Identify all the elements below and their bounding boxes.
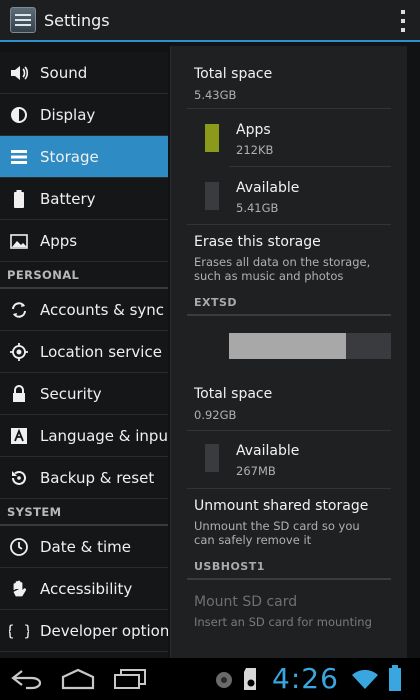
sidebar-item-datetime[interactable]: Date & time xyxy=(0,526,168,568)
sidebar-item-sound[interactable]: Sound xyxy=(0,52,168,94)
settings-sidebar: Sound Display Storage Battery Apps PERSO… xyxy=(0,52,168,658)
brightness-icon xyxy=(11,106,27,123)
sidebar-item-label: Location service xyxy=(40,342,162,361)
status-clock[interactable]: 4:26 xyxy=(272,662,339,695)
back-icon[interactable] xyxy=(10,668,44,690)
apps-color-swatch xyxy=(205,124,219,152)
sidebar-item-label: Accounts & sync xyxy=(40,300,165,319)
sidebar-item-developer[interactable]: { } Developer option xyxy=(0,610,168,652)
sidebar-item-accessibility[interactable]: Accessibility xyxy=(0,568,168,610)
sidebar-item-storage[interactable]: Storage xyxy=(0,136,168,178)
sidebar-item-label: Apps xyxy=(40,231,78,250)
extsd-available-pref[interactable]: Available 267MB xyxy=(171,432,407,488)
section-header-personal: PERSONAL xyxy=(0,262,168,289)
sidebar-item-label: Storage xyxy=(40,147,99,166)
sidebar-item-location[interactable]: Location service xyxy=(0,331,168,373)
pref-title: Unmount shared storage xyxy=(194,498,369,514)
storage-detail-pane: Total space 5.43GB Apps 212KB Available … xyxy=(170,46,407,658)
pref-title: Mount SD card xyxy=(194,594,298,610)
battery-status-icon xyxy=(389,665,401,691)
system-navigation-bar: 4:26 xyxy=(0,658,420,700)
sidebar-item-backup[interactable]: Backup & reset xyxy=(0,457,168,499)
available-color-swatch xyxy=(205,444,219,472)
wifi-icon xyxy=(352,669,378,689)
sidebar-item-label: Language & inpu xyxy=(40,426,168,445)
sidebar-item-security[interactable]: Security xyxy=(0,373,168,415)
speaker-icon xyxy=(11,65,29,80)
lock-icon xyxy=(13,384,25,402)
available-label: Available xyxy=(236,443,300,459)
available-label: Available xyxy=(236,180,300,196)
available-value: 267MB xyxy=(236,464,276,478)
pref-title: Total space xyxy=(194,386,273,402)
pref-title: Erase this storage xyxy=(194,234,321,250)
sidebar-item-label: Display xyxy=(40,105,96,124)
pref-summary: 0.92GB xyxy=(194,408,237,422)
apps-label: Apps xyxy=(236,122,271,138)
divider xyxy=(187,224,391,225)
pref-summary: Insert an SD card for mounting xyxy=(194,615,372,629)
divider xyxy=(229,166,391,167)
sidebar-item-apps[interactable]: Apps xyxy=(0,220,168,262)
category-divider xyxy=(187,314,391,316)
section-header-system: SYSTEM xyxy=(0,499,168,526)
pref-title: Total space xyxy=(194,66,273,82)
sidebar-item-label: Sound xyxy=(40,63,88,82)
storage-icon xyxy=(11,149,27,164)
extsd-total-space-pref[interactable]: Total space 0.92GB xyxy=(171,376,407,428)
apps-value: 212KB xyxy=(236,143,274,157)
category-header-extsd: EXTSD xyxy=(194,296,238,309)
unmount-shared-storage-pref[interactable]: Unmount shared storage Unmount the SD ca… xyxy=(171,490,407,552)
available-color-swatch xyxy=(205,182,219,210)
extsd-usage-fill xyxy=(229,333,346,359)
internal-total-space-pref[interactable]: Total space 5.43GB xyxy=(171,54,407,104)
apps-icon xyxy=(10,233,28,249)
divider xyxy=(187,488,391,489)
pref-summary: 5.43GB xyxy=(194,88,237,102)
app-title: Settings xyxy=(44,10,110,30)
divider xyxy=(187,430,391,431)
category-divider xyxy=(187,578,391,580)
pref-summary: Erases all data on the storage, such as … xyxy=(194,255,371,283)
battery-icon xyxy=(14,189,24,208)
svg-text:{ }: { } xyxy=(9,622,29,640)
sidebar-item-language[interactable]: Language & inpu xyxy=(0,415,168,457)
location-icon xyxy=(10,342,28,361)
overflow-menu-icon[interactable] xyxy=(400,10,406,32)
sidebar-item-label: Battery xyxy=(40,189,96,208)
recent-apps-icon[interactable] xyxy=(112,668,148,690)
internal-apps-pref[interactable]: Apps 212KB xyxy=(171,110,407,166)
action-bar: Settings xyxy=(0,0,420,42)
sidebar-item-label: Date & time xyxy=(40,537,131,556)
sidebar-item-display[interactable]: Display xyxy=(0,94,168,136)
sidebar-item-label: Backup & reset xyxy=(40,468,155,487)
available-value: 5.41GB xyxy=(236,201,279,215)
braces-icon: { } xyxy=(9,622,29,640)
keyboard-language-icon xyxy=(11,427,27,444)
category-header-usbhost1: USBHOST1 xyxy=(194,560,265,573)
sidebar-item-label: Accessibility xyxy=(40,579,133,598)
backup-restore-icon xyxy=(12,470,26,485)
divider xyxy=(187,108,391,109)
sidebar-item-battery[interactable]: Battery xyxy=(0,178,168,220)
internal-available-pref[interactable]: Available 5.41GB xyxy=(171,168,407,224)
home-icon[interactable] xyxy=(60,668,96,690)
sd-card-icon[interactable] xyxy=(242,666,260,692)
pref-summary: Unmount the SD card so you can safely re… xyxy=(194,519,360,547)
sidebar-item-accounts[interactable]: Accounts & sync xyxy=(0,289,168,331)
mount-sd-card-pref: Mount SD card Insert an SD card for moun… xyxy=(171,582,407,634)
clock-icon xyxy=(10,537,28,556)
settings-app-icon[interactable] xyxy=(10,7,36,33)
extsd-usage-bar xyxy=(229,333,391,359)
hand-icon xyxy=(13,580,27,596)
sidebar-item-label: Security xyxy=(40,384,102,403)
sync-icon xyxy=(12,301,26,318)
media-notification-icon[interactable] xyxy=(214,670,234,690)
erase-storage-pref[interactable]: Erase this storage Erases all data on th… xyxy=(171,226,407,288)
sidebar-item-label: Developer option xyxy=(40,621,168,640)
